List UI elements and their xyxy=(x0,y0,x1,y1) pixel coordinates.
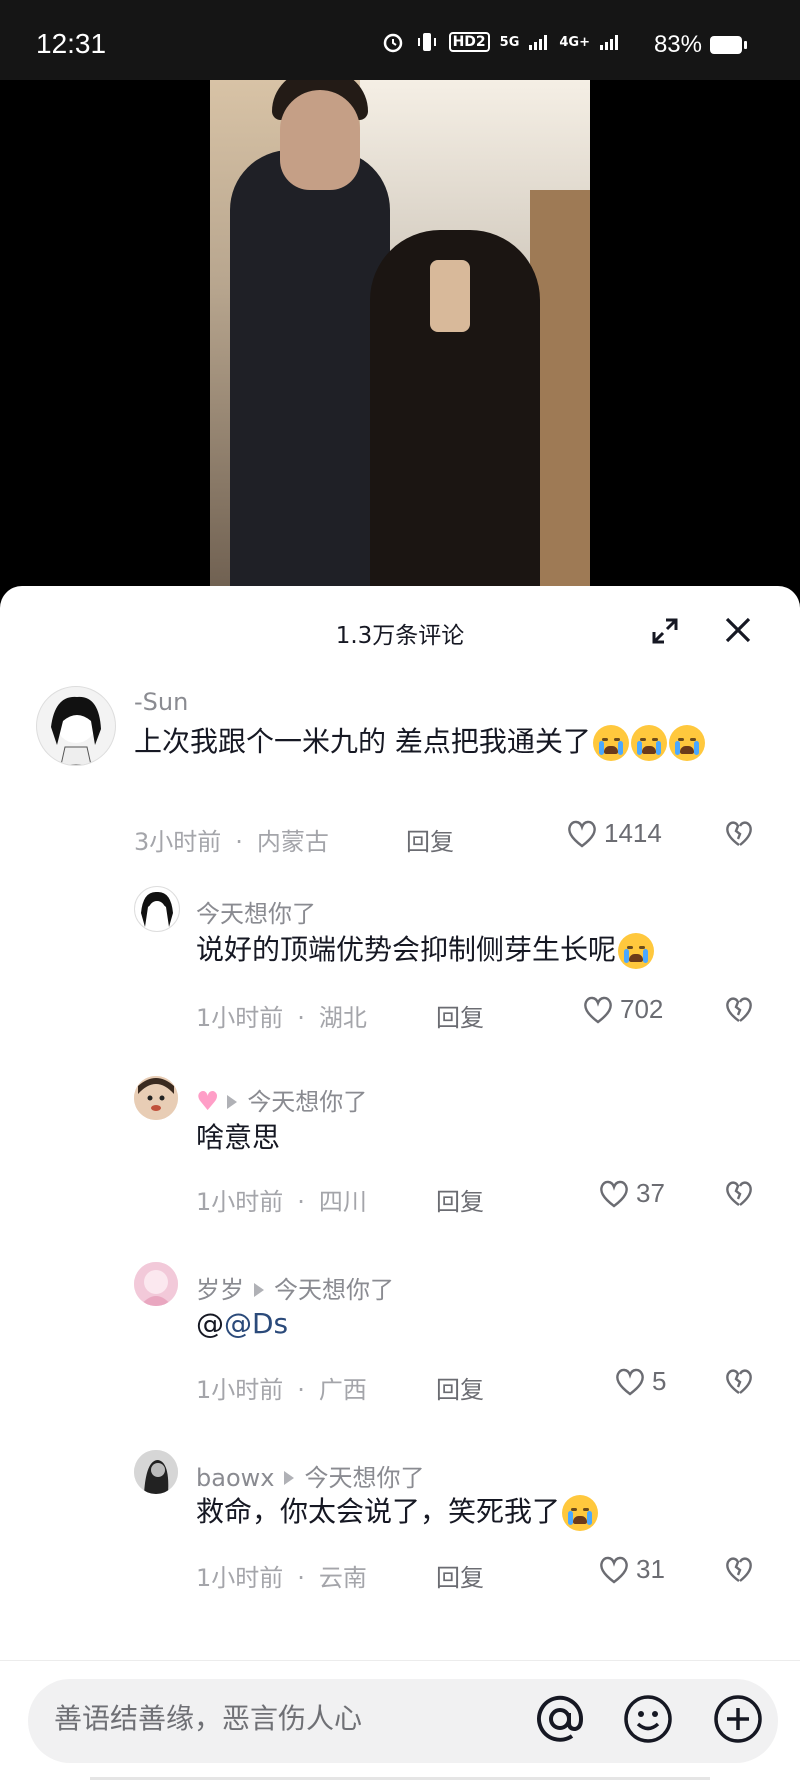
comment-input-bar: 善语结善缘，恶言伤人心 xyxy=(0,1660,800,1785)
comment-item: ♥ 今天想你了 啥意思 1小时前 · 四川 回复 37 xyxy=(0,1056,800,1246)
comment-username[interactable]: 岁岁 今天想你了 xyxy=(196,1270,394,1305)
signal-icon xyxy=(529,35,548,50)
hd-badge: HD2 xyxy=(448,32,490,52)
comment-username[interactable]: -Sun xyxy=(134,688,188,716)
comment-text: 啥意思 xyxy=(196,1121,281,1154)
crying-emoji xyxy=(592,725,629,761)
comment-text: @@Ds xyxy=(196,1307,289,1340)
comment-input-placeholder[interactable]: 善语结善缘，恶言伤人心 xyxy=(54,1697,362,1737)
broken-heart-icon[interactable] xyxy=(724,820,754,848)
avatar[interactable] xyxy=(36,686,116,766)
comment-item: -Sun 上次我跟个一米九的 差点把我通关了 3小时前 · 内蒙古 回复 1414 xyxy=(0,676,800,876)
battery-percent: 83% xyxy=(653,31,702,58)
expand-icon[interactable] xyxy=(650,616,680,646)
comment-item: 岁岁 今天想你了 @@Ds 1小时前 · 广西 回复 5 xyxy=(0,1246,800,1434)
comment-item: 今天想你了 说好的顶端优势会抑制侧芽生长呢 1小时前 · 湖北 回复 702 xyxy=(0,876,800,1056)
reply-button[interactable]: 回复 xyxy=(436,1182,484,1217)
like-button[interactable]: 31 xyxy=(598,1554,665,1585)
comment-username[interactable]: ♥ 今天想你了 xyxy=(196,1082,367,1117)
comment-meta: 1小时前 · 四川 xyxy=(196,1188,367,1216)
broken-heart-icon[interactable] xyxy=(724,1180,754,1208)
battery-icon xyxy=(710,36,747,54)
reply-arrow-icon xyxy=(254,1283,264,1297)
status-icons: HD2 5G 4G+ xyxy=(381,30,620,54)
broken-heart-icon[interactable] xyxy=(724,1368,754,1396)
reply-arrow-icon xyxy=(227,1095,238,1109)
comment-meta: 1小时前 · 云南 xyxy=(196,1564,367,1592)
network-5g: 5G xyxy=(499,34,520,50)
alarm-icon xyxy=(383,33,402,53)
reply-arrow-icon xyxy=(284,1471,295,1485)
video-man-head xyxy=(280,90,360,190)
broken-heart-icon[interactable] xyxy=(724,996,754,1024)
comment-meta: 1小时前 · 湖北 xyxy=(196,1004,367,1032)
comment-text: 上次我跟个一米九的 差点把我通关了 xyxy=(134,720,774,764)
comment-item: baowx 今天想你了 救命，你太会说了，笑死我了 1小时前 · 云南 回复 31 xyxy=(0,1434,800,1634)
heart-icon xyxy=(600,1556,628,1584)
like-button[interactable]: 1414 xyxy=(566,818,662,849)
comment-username[interactable]: baowx 今天想你了 xyxy=(196,1458,424,1493)
crying-emoji xyxy=(668,725,705,761)
reply-button[interactable]: 回复 xyxy=(436,1370,484,1405)
laughing-emoji xyxy=(562,1495,599,1531)
smile-icon[interactable] xyxy=(622,1693,674,1745)
plus-icon[interactable] xyxy=(712,1693,764,1745)
like-button[interactable]: 37 xyxy=(598,1178,665,1209)
comment-text: 救命，你太会说了，笑死我了 xyxy=(196,1490,776,1534)
heart-icon xyxy=(584,996,612,1024)
heart-icon xyxy=(616,1368,644,1396)
video-phone xyxy=(430,260,470,332)
comment-username[interactable]: 今天想你了 xyxy=(196,894,316,929)
comment-text: 说好的顶端优势会抑制侧芽生长呢 xyxy=(196,928,776,972)
network-4g: 4G+ xyxy=(559,34,590,50)
mention-link[interactable]: @Ds xyxy=(224,1307,288,1340)
pink-heart-icon: ♥ xyxy=(196,1087,220,1117)
like-button[interactable]: 702 xyxy=(582,994,663,1025)
crying-emoji xyxy=(630,725,667,761)
like-button[interactable]: 5 xyxy=(614,1366,666,1397)
avatar[interactable] xyxy=(134,1076,178,1120)
avatar[interactable] xyxy=(134,886,180,932)
reply-button[interactable]: 回复 xyxy=(436,998,484,1033)
status-time: 12:31 xyxy=(36,28,107,59)
status-bar: 12:31 HD2 5G 4G+ 83% xyxy=(0,0,800,80)
vibrate-icon xyxy=(417,33,436,51)
video-player[interactable] xyxy=(0,80,800,600)
heart-icon xyxy=(600,1180,628,1208)
bottom-divider xyxy=(90,1777,710,1780)
avatar[interactable] xyxy=(134,1450,178,1494)
signal2-icon xyxy=(600,35,618,50)
video-man-figure xyxy=(230,150,390,600)
avatar[interactable] xyxy=(134,1262,178,1306)
comment-meta: 3小时前 · 内蒙古 xyxy=(134,828,329,856)
broken-heart-icon[interactable] xyxy=(724,1556,754,1584)
at-icon[interactable] xyxy=(534,1693,586,1745)
reply-button[interactable]: 回复 xyxy=(406,822,454,857)
crying-emoji xyxy=(618,933,655,969)
comment-sheet: 1.3万条评论 -Sun 上次我跟个一米九的 差点把我通关了 3小时前 · 内蒙古 … xyxy=(0,586,800,1784)
video-frame xyxy=(210,80,590,600)
comment-count-title: 1.3万条评论 xyxy=(335,623,465,649)
comment-meta: 1小时前 · 广西 xyxy=(196,1376,367,1404)
reply-button[interactable]: 回复 xyxy=(436,1558,484,1593)
close-icon[interactable] xyxy=(722,614,754,646)
heart-icon xyxy=(568,820,596,848)
